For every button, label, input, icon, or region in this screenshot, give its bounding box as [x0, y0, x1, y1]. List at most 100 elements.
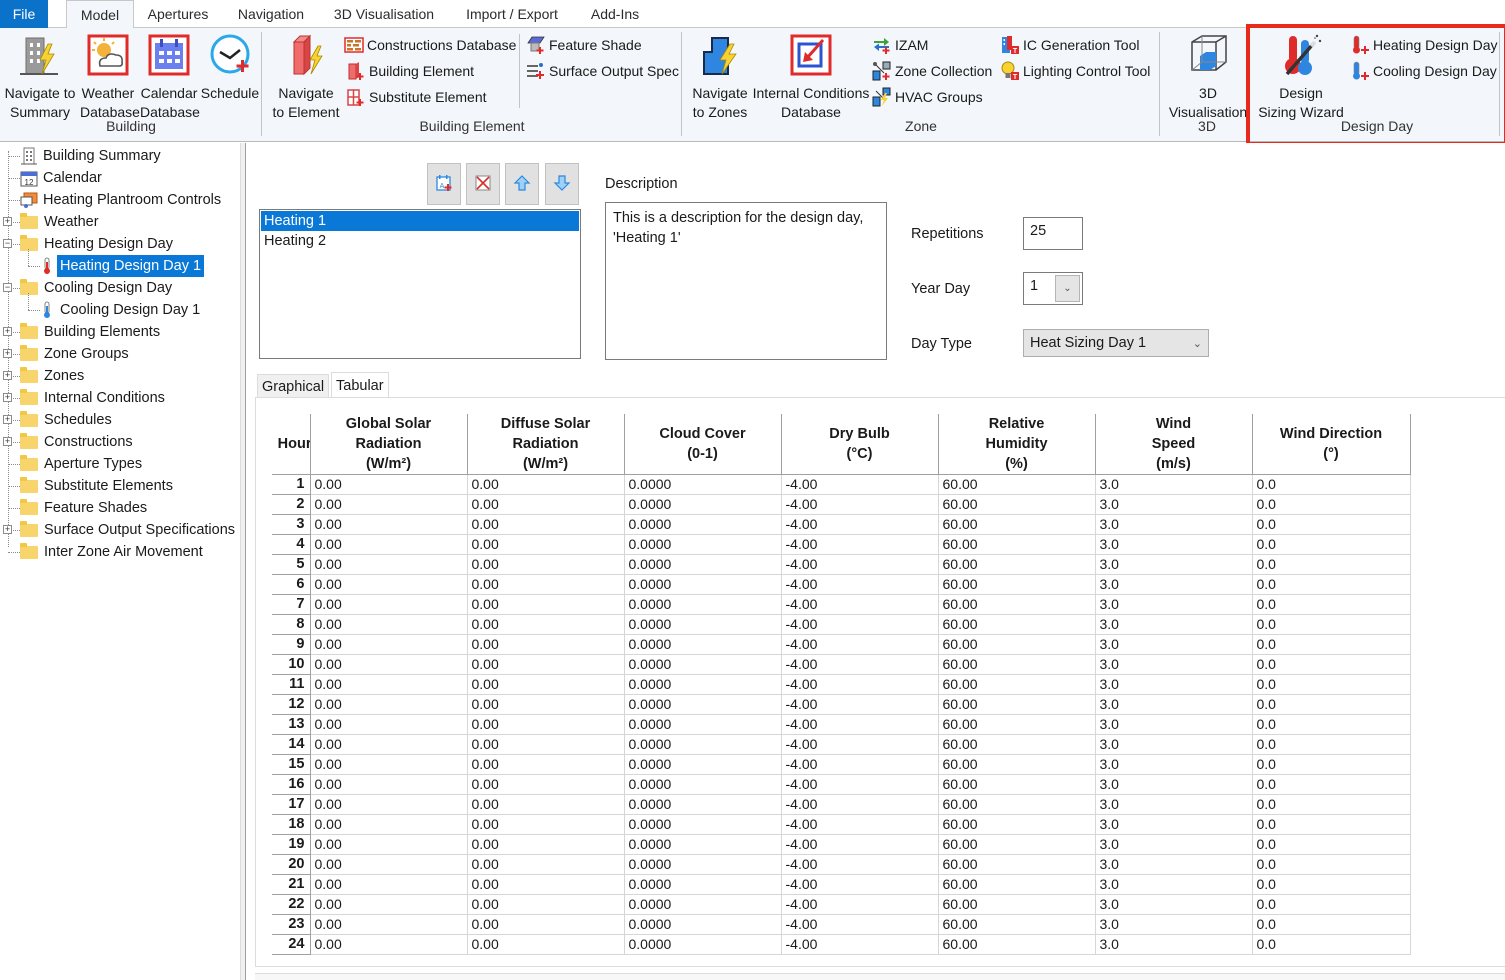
table-cell[interactable]: 0.00 — [310, 574, 468, 595]
table-cell[interactable]: 0.00 — [467, 754, 625, 775]
table-cell[interactable]: 3.0 — [1095, 934, 1253, 955]
calendar-database-button[interactable]: Calendar Database — [140, 32, 200, 122]
table-cell[interactable]: 0.0 — [1252, 794, 1411, 815]
table-cell[interactable]: 0.00 — [467, 474, 625, 495]
table-cell[interactable]: 60.00 — [938, 474, 1096, 495]
table-cell[interactable]: 60.00 — [938, 594, 1096, 615]
weather-database-button[interactable]: Weather Database — [80, 32, 140, 122]
surface-output-spec-button[interactable]: Surface Output Spec — [526, 60, 679, 82]
tree-item[interactable]: Heating Design Day 1 — [40, 255, 205, 277]
table-cell[interactable]: 0.0000 — [624, 874, 782, 895]
table-cell[interactable]: 0.0000 — [624, 514, 782, 535]
table-cell[interactable]: 60.00 — [938, 794, 1096, 815]
tree-item[interactable]: Substitute Elements — [20, 475, 176, 497]
table-cell[interactable]: 3.0 — [1095, 774, 1253, 795]
table-cell[interactable]: 0.00 — [310, 674, 468, 695]
column-header-hour[interactable]: Hour — [272, 414, 311, 475]
table-cell[interactable]: 0.00 — [310, 794, 468, 815]
move-up-button[interactable] — [505, 163, 539, 205]
table-cell[interactable]: 0.0 — [1252, 714, 1411, 735]
table-cell[interactable]: 60.00 — [938, 694, 1096, 715]
constructions-database-button[interactable]: Constructions Database — [344, 34, 516, 56]
table-cell[interactable]: 0.0000 — [624, 734, 782, 755]
table-cell[interactable]: -4.00 — [781, 494, 939, 515]
building-element-button[interactable]: Building Element — [346, 60, 474, 82]
table-cell[interactable]: 0.00 — [310, 754, 468, 775]
tree-item[interactable]: Building Summary — [20, 145, 164, 167]
table-cell[interactable]: 0.00 — [310, 634, 468, 655]
tree-item[interactable]: 12 Calendar — [20, 167, 105, 189]
table-cell[interactable]: 0.0 — [1252, 874, 1411, 895]
column-header[interactable]: Global Solar Radiation (W/m²) — [310, 414, 468, 475]
table-cell[interactable]: 0.0 — [1252, 534, 1411, 555]
table-cell[interactable]: 3.0 — [1095, 614, 1253, 635]
table-cell[interactable]: -4.00 — [781, 874, 939, 895]
table-cell[interactable]: -4.00 — [781, 834, 939, 855]
table-cell[interactable]: 0.0000 — [624, 554, 782, 575]
row-header-hour[interactable]: 1 — [272, 474, 311, 495]
table-cell[interactable]: 60.00 — [938, 494, 1096, 515]
row-header-hour[interactable]: 10 — [272, 654, 311, 675]
tree-item[interactable]: Weather — [20, 211, 102, 233]
row-header-hour[interactable]: 22 — [272, 894, 311, 915]
project-tree[interactable]: Building Summary 12 Calendar Heating Plantr… — [0, 143, 240, 980]
schedule-button[interactable]: Schedule — [200, 32, 260, 103]
row-header-hour[interactable]: 8 — [272, 614, 311, 635]
table-cell[interactable]: 0.00 — [467, 534, 625, 555]
table-cell[interactable]: 0.0000 — [624, 654, 782, 675]
tree-item[interactable]: Zone Groups — [20, 343, 132, 365]
table-cell[interactable]: -4.00 — [781, 714, 939, 735]
table-cell[interactable]: 0.0000 — [624, 474, 782, 495]
table-cell[interactable]: 0.00 — [310, 814, 468, 835]
table-cell[interactable]: 0.00 — [467, 854, 625, 875]
row-header-hour[interactable]: 6 — [272, 574, 311, 595]
tab-add-ins[interactable]: Add-Ins — [580, 0, 650, 28]
table-cell[interactable]: 0.0000 — [624, 794, 782, 815]
tree-item[interactable]: Zones — [20, 365, 87, 387]
table-cell[interactable]: 60.00 — [938, 514, 1096, 535]
chevron-down-icon[interactable]: ⌄ — [1055, 275, 1080, 302]
table-cell[interactable]: 0.00 — [310, 474, 468, 495]
column-header[interactable]: Wind Direction (°) — [1252, 414, 1411, 475]
tree-item[interactable]: Feature Shades — [20, 497, 150, 519]
tree-item[interactable]: Building Elements — [20, 321, 163, 343]
table-cell[interactable]: 0.00 — [467, 594, 625, 615]
table-cell[interactable]: 3.0 — [1095, 814, 1253, 835]
table-cell[interactable]: 0.0000 — [624, 534, 782, 555]
table-cell[interactable]: 60.00 — [938, 654, 1096, 675]
design-day-list[interactable]: Heating 1 Heating 2 — [259, 209, 581, 359]
table-cell[interactable]: 3.0 — [1095, 754, 1253, 775]
navigate-to-zones-button[interactable]: Navigate to Zones — [690, 32, 750, 122]
hvac-groups-button[interactable]: HVAC Groups — [872, 86, 983, 108]
expand-icon[interactable]: + — [3, 525, 12, 534]
table-cell[interactable]: 3.0 — [1095, 674, 1253, 695]
expand-icon[interactable]: + — [3, 371, 12, 380]
table-cell[interactable]: 3.0 — [1095, 634, 1253, 655]
izam-button[interactable]: IZAM — [872, 34, 928, 56]
table-cell[interactable]: 60.00 — [938, 914, 1096, 935]
table-cell[interactable]: -4.00 — [781, 574, 939, 595]
table-cell[interactable]: 0.00 — [467, 794, 625, 815]
table-cell[interactable]: 0.0 — [1252, 574, 1411, 595]
table-cell[interactable]: -4.00 — [781, 514, 939, 535]
table-cell[interactable]: 0.0000 — [624, 494, 782, 515]
list-item-heating-2[interactable]: Heating 2 — [261, 231, 579, 251]
table-cell[interactable]: 0.0 — [1252, 834, 1411, 855]
row-header-hour[interactable]: 16 — [272, 774, 311, 795]
table-cell[interactable]: 0.00 — [467, 634, 625, 655]
table-cell[interactable]: 0.0 — [1252, 814, 1411, 835]
tree-item[interactable]: Inter Zone Air Movement — [20, 541, 206, 563]
design-sizing-wizard-button[interactable]: Design Sizing Wizard — [1256, 32, 1346, 122]
expand-icon[interactable]: + — [3, 415, 12, 424]
table-cell[interactable]: 3.0 — [1095, 794, 1253, 815]
table-cell[interactable]: 0.00 — [467, 914, 625, 935]
table-cell[interactable]: 0.00 — [467, 574, 625, 595]
table-cell[interactable]: 0.00 — [467, 614, 625, 635]
lighting-control-tool-button[interactable]: T Lighting Control Tool — [1000, 60, 1150, 82]
row-header-hour[interactable]: 19 — [272, 834, 311, 855]
table-cell[interactable]: -4.00 — [781, 554, 939, 575]
table-cell[interactable]: 60.00 — [938, 574, 1096, 595]
tab-3d-visualisation[interactable]: 3D Visualisation — [326, 0, 442, 28]
table-cell[interactable]: -4.00 — [781, 774, 939, 795]
tree-item[interactable]: Surface Output Specifications — [20, 519, 238, 541]
